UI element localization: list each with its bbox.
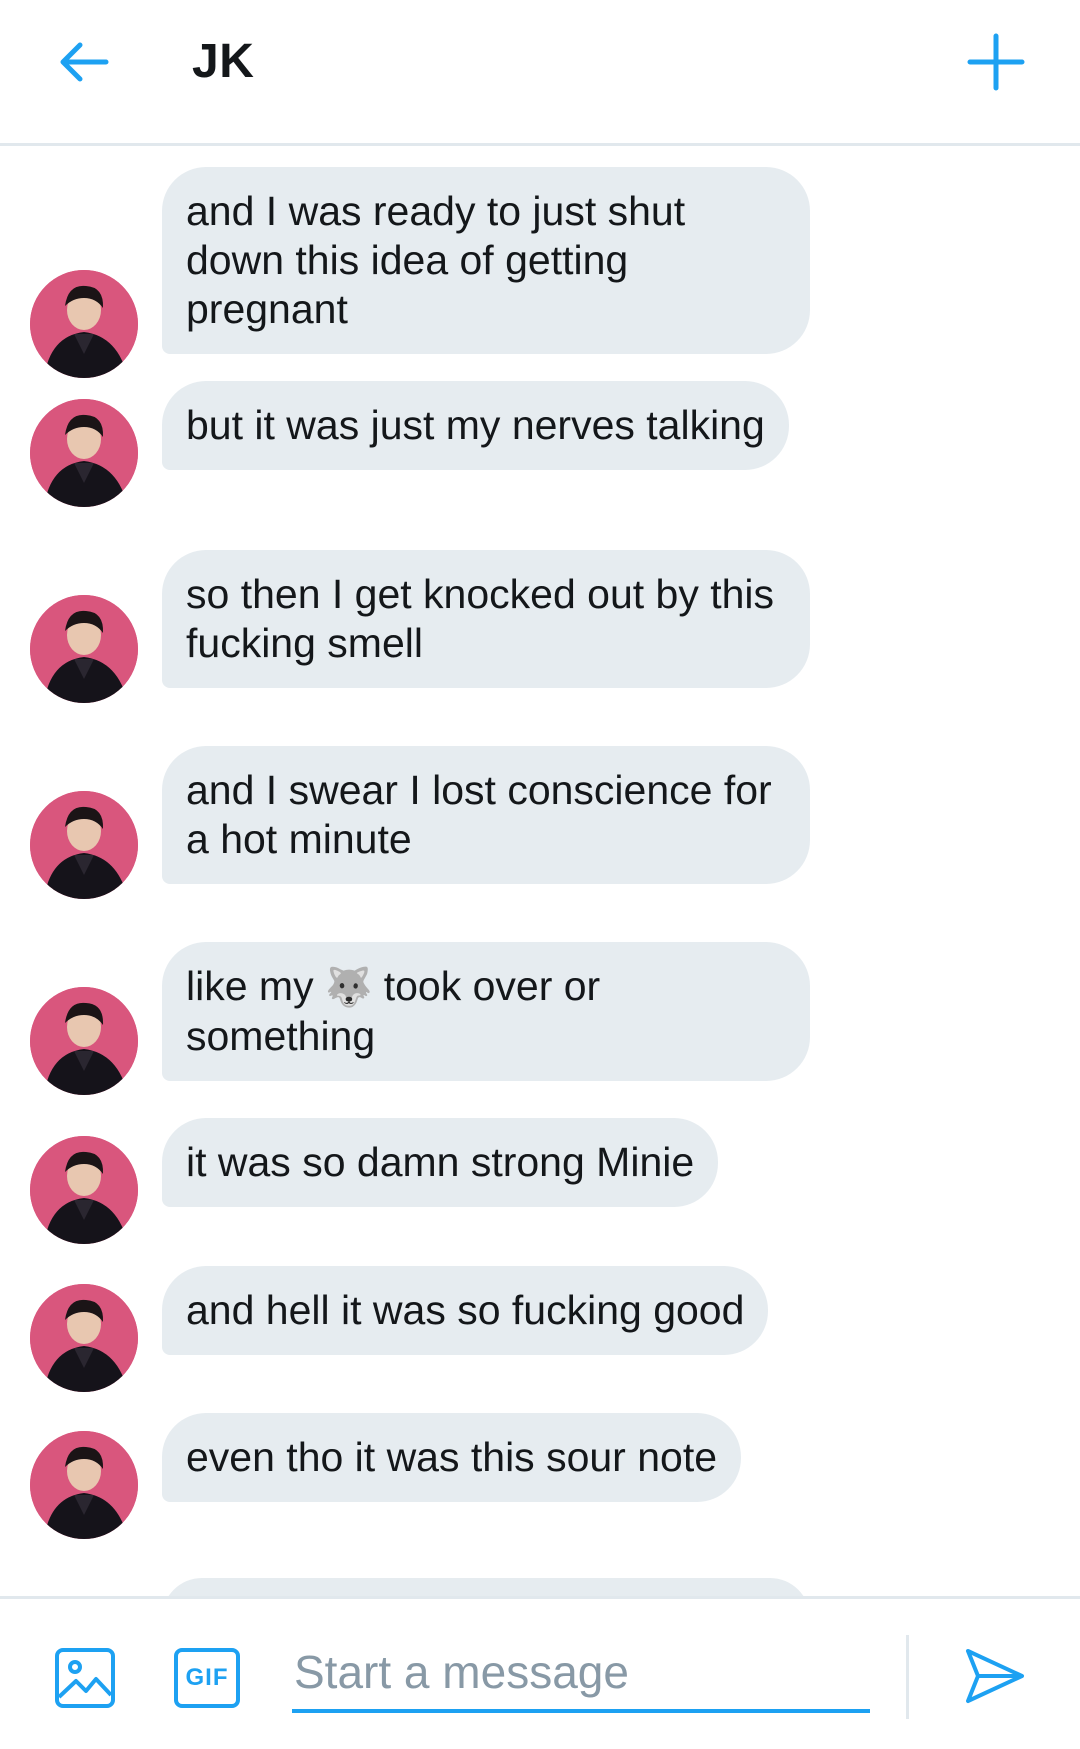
message-thread[interactable]: and I was ready to just shut down this i… bbox=[0, 149, 1080, 1596]
image-icon bbox=[55, 1648, 115, 1708]
message-bubble-partial[interactable] bbox=[162, 1578, 810, 1596]
avatar-photo bbox=[30, 1136, 138, 1244]
plus-icon bbox=[967, 33, 1025, 91]
add-media-button[interactable] bbox=[54, 1647, 116, 1709]
avatar[interactable] bbox=[30, 399, 138, 507]
avatar[interactable] bbox=[30, 595, 138, 703]
message-bubble[interactable]: and I was ready to just shut down this i… bbox=[162, 167, 810, 354]
avatar[interactable] bbox=[30, 791, 138, 899]
conversation-title: JK bbox=[192, 35, 255, 88]
composer-divider bbox=[906, 1635, 909, 1719]
avatar[interactable] bbox=[30, 270, 138, 378]
message-bubble[interactable]: and I swear I lost conscience for a hot … bbox=[162, 746, 810, 884]
avatar[interactable] bbox=[30, 1136, 138, 1244]
message-bubble[interactable]: like my 🐺 took over or something bbox=[162, 942, 810, 1081]
dm-conversation-screen: JK and I was ready to just shut down thi… bbox=[0, 0, 1080, 1749]
avatar-photo bbox=[30, 791, 138, 899]
avatar-photo bbox=[30, 987, 138, 1095]
gif-button[interactable]: GIF bbox=[174, 1648, 240, 1708]
avatar[interactable] bbox=[30, 1431, 138, 1539]
avatar-photo bbox=[30, 595, 138, 703]
send-icon bbox=[966, 1649, 1024, 1703]
send-button[interactable] bbox=[962, 1643, 1028, 1709]
avatar-photo bbox=[30, 1431, 138, 1539]
avatar[interactable] bbox=[30, 987, 138, 1095]
message-bubble[interactable]: so then I get knocked out by this fuckin… bbox=[162, 550, 810, 688]
message-bubble[interactable]: and hell it was so fucking good bbox=[162, 1266, 769, 1355]
avatar-photo bbox=[30, 270, 138, 378]
message-composer: GIF bbox=[0, 1596, 1080, 1749]
wolf-emoji-icon: 🐺 bbox=[324, 965, 373, 1009]
message-bubble[interactable]: even tho it was this sour note bbox=[162, 1413, 742, 1502]
message-bubble[interactable]: but it was just my nerves talking bbox=[162, 381, 789, 470]
new-message-button[interactable] bbox=[964, 30, 1028, 94]
back-button[interactable] bbox=[54, 30, 118, 94]
arrow-left-icon bbox=[60, 42, 109, 82]
avatar-photo bbox=[30, 399, 138, 507]
avatar-photo bbox=[30, 1284, 138, 1392]
message-bubble[interactable]: it was so damn strong Minie bbox=[162, 1118, 719, 1207]
conversation-header: JK bbox=[0, 0, 1080, 146]
message-text: like my bbox=[186, 963, 314, 1009]
avatar[interactable] bbox=[30, 1284, 138, 1392]
message-input[interactable] bbox=[292, 1635, 870, 1713]
